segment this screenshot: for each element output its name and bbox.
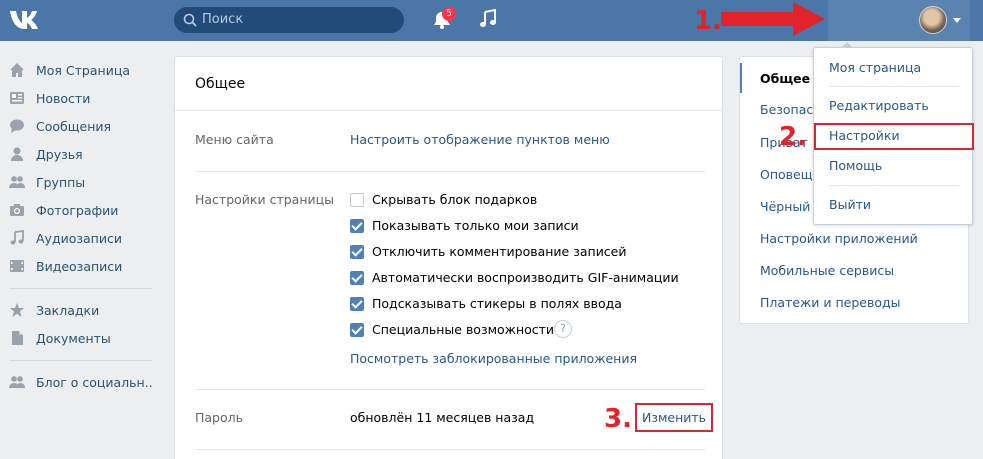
tab-mobile-services[interactable]: Мобильные сервисы: [760, 263, 894, 278]
active-indicator: [740, 63, 742, 93]
sidebar-item-label: Группы: [36, 174, 86, 190]
sidebar-item-label: Блог о социальн..: [36, 374, 153, 390]
configure-menu-link[interactable]: Настроить отображение пунктов меню: [350, 132, 610, 147]
sidebar-item-groups[interactable]: Группы: [0, 168, 155, 196]
checkbox-label[interactable]: Отключить комментирование записей: [372, 244, 627, 259]
menu-item-settings[interactable]: Настройки: [829, 128, 900, 143]
blocked-apps-link[interactable]: Посмотреть заблокированные приложения: [350, 351, 637, 366]
vk-logo-icon[interactable]: [8, 8, 42, 32]
notifications-badge: 5: [442, 7, 456, 21]
menu-item-help[interactable]: Помощь: [829, 158, 882, 173]
password-updated-text: обновлён 11 месяцев назад: [350, 410, 535, 425]
sidebar-item-friends[interactable]: Друзья: [0, 140, 155, 168]
menu-divider: [829, 185, 959, 186]
news-icon: [10, 92, 24, 104]
help-icon[interactable]: ?: [554, 320, 572, 338]
top-header: Поиск 5: [0, 0, 983, 41]
document-icon: [12, 331, 23, 345]
sidebar-item-label: Закладки: [36, 302, 100, 318]
sidebar-item-my-page[interactable]: Моя Страница: [0, 56, 155, 84]
hide-gifts-checkbox[interactable]: [350, 193, 364, 207]
friend-icon: [11, 147, 23, 161]
checkbox-label[interactable]: Подсказывать стикеры в полях ввода: [372, 296, 622, 311]
menu-item-my-page[interactable]: Моя страница: [829, 60, 921, 75]
tab-app-settings[interactable]: Настройки приложений: [760, 231, 918, 246]
sidebar-item-bookmarks[interactable]: Закладки: [0, 296, 155, 324]
checkbox-label[interactable]: Скрывать блок подарков: [372, 192, 537, 207]
sidebar-item-messages[interactable]: Сообщения: [0, 112, 155, 140]
divider: [195, 449, 705, 450]
settings-panel: Общее Меню сайта Настроить отображение п…: [174, 56, 724, 459]
accessibility-checkbox[interactable]: [350, 323, 364, 337]
sidebar-item-label: Видеозаписи: [36, 258, 123, 274]
tab-payments[interactable]: Платежи и переводы: [760, 295, 901, 310]
autoplay-gif-checkbox[interactable]: [350, 271, 364, 285]
video-icon: [10, 260, 24, 272]
divider: [175, 110, 724, 111]
messages-icon: [10, 119, 24, 133]
menu-item-edit[interactable]: Редактировать: [829, 98, 929, 113]
page-settings-label: Настройки страницы: [195, 192, 334, 207]
suggest-stickers-checkbox[interactable]: [350, 297, 364, 311]
groups-icon: [9, 176, 25, 188]
sidebar-divider: [10, 360, 152, 361]
user-menu-toggle[interactable]: [828, 0, 970, 41]
groups-icon: [9, 376, 25, 388]
sidebar-item-label: Новости: [36, 90, 91, 106]
chevron-down-icon[interactable]: [953, 18, 961, 23]
change-password-button[interactable]: Изменить: [635, 403, 713, 432]
site-menu-label: Меню сайта: [195, 132, 274, 147]
sidebar-item-photos[interactable]: Фотографии: [0, 196, 155, 224]
divider: [195, 171, 705, 172]
sidebar-item-label: Друзья: [36, 146, 83, 162]
checkbox-label[interactable]: Автоматически воспроизводить GIF-анимаци…: [372, 270, 679, 285]
music-icon[interactable]: [479, 9, 497, 29]
divider: [195, 389, 705, 390]
sidebar-item-label: Моя Страница: [36, 62, 130, 78]
search-box[interactable]: Поиск: [174, 7, 404, 33]
tab-general[interactable]: Общее: [760, 71, 810, 86]
annotation-arrow-icon: [721, 2, 825, 36]
search-icon: [183, 13, 197, 27]
sidebar-item-video[interactable]: Видеозаписи: [0, 252, 155, 280]
music-icon: [10, 230, 24, 245]
show-only-my-posts-checkbox[interactable]: [350, 219, 364, 233]
page-title: Общее: [195, 76, 246, 92]
annotation-step-2: 2.: [779, 122, 807, 152]
sidebar-item-audio[interactable]: Аудиозаписи: [0, 224, 155, 252]
sidebar-divider: [10, 288, 152, 289]
sidebar-item-documents[interactable]: Документы: [0, 324, 155, 352]
password-label: Пароль: [195, 410, 243, 425]
sidebar-item-group-blog[interactable]: Блог о социальн..: [0, 368, 155, 396]
left-sidebar: Моя Страница Новости Сообщения Друзья Гр…: [0, 56, 155, 396]
checkbox-label[interactable]: Показывать только мои записи: [372, 218, 579, 233]
disable-comments-checkbox[interactable]: [350, 245, 364, 259]
menu-item-logout[interactable]: Выйти: [829, 197, 871, 212]
sidebar-item-label: Фотографии: [36, 202, 119, 218]
sidebar-item-label: Аудиозаписи: [36, 230, 122, 246]
sidebar-item-news[interactable]: Новости: [0, 84, 155, 112]
annotation-step-1: 1.: [694, 6, 722, 36]
home-icon: [10, 63, 24, 77]
tab-notifications[interactable]: Оповещ: [760, 167, 813, 182]
checkbox-label[interactable]: Специальные возможности: [372, 322, 554, 337]
camera-icon: [10, 204, 24, 216]
star-icon: [10, 303, 24, 317]
annotation-step-3: 3.: [604, 404, 632, 434]
user-dropdown-menu: Моя страница Редактировать Настройки Пом…: [813, 47, 974, 225]
menu-divider: [829, 86, 959, 87]
avatar[interactable]: [919, 6, 947, 34]
search-placeholder: Поиск: [202, 12, 244, 27]
sidebar-item-label: Сообщения: [36, 118, 112, 134]
sidebar-item-label: Документы: [36, 330, 111, 346]
